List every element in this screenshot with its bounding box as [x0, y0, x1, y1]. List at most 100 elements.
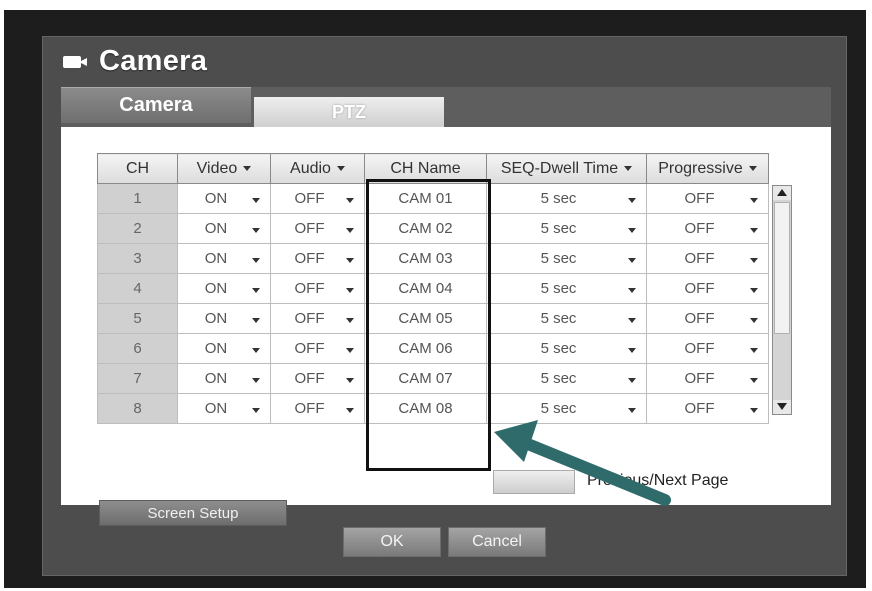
- progressive-dropdown[interactable]: OFF: [646, 333, 769, 364]
- progressive-dropdown[interactable]: OFF: [646, 393, 769, 424]
- ch-name-field[interactable]: CAM 07: [364, 363, 487, 394]
- chevron-down-icon: [252, 318, 260, 323]
- header-audio[interactable]: Audio: [270, 153, 365, 184]
- chevron-down-icon: [346, 348, 354, 353]
- chevron-down-icon: [252, 198, 260, 203]
- previous-next-page-label: Previous/Next Page: [587, 472, 729, 489]
- audio-dropdown[interactable]: OFF: [270, 333, 365, 364]
- video-dropdown[interactable]: ON: [177, 213, 271, 244]
- progressive-dropdown[interactable]: OFF: [646, 273, 769, 304]
- seq-dwell-time-dropdown[interactable]: 5 sec: [486, 393, 647, 424]
- chevron-down-icon: [346, 228, 354, 233]
- ch-name-field[interactable]: CAM 08: [364, 393, 487, 424]
- table-row: 4 ON OFF CAM 04 5 sec OFF: [97, 273, 769, 304]
- video-dropdown[interactable]: ON: [177, 273, 271, 304]
- scroll-down-arrow-icon[interactable]: [773, 400, 791, 414]
- seq-dwell-time-dropdown[interactable]: 5 sec: [486, 363, 647, 394]
- progressive-dropdown[interactable]: OFF: [646, 213, 769, 244]
- ch-name-field[interactable]: CAM 02: [364, 213, 487, 244]
- table-row: 5 ON OFF CAM 05 5 sec OFF: [97, 303, 769, 334]
- chevron-down-icon: [252, 288, 260, 293]
- chevron-down-icon: [750, 318, 758, 323]
- table-header-row: CH Video Audio CH Name SEQ-Dwell Time Pr…: [97, 153, 769, 184]
- chevron-down-icon: [628, 408, 636, 413]
- ch-number-cell: 6: [97, 333, 178, 364]
- audio-dropdown[interactable]: OFF: [270, 303, 365, 334]
- seq-dwell-time-dropdown[interactable]: 5 sec: [486, 303, 647, 334]
- video-dropdown[interactable]: ON: [177, 333, 271, 364]
- seq-dwell-time-dropdown[interactable]: 5 sec: [486, 273, 647, 304]
- chevron-down-icon: [750, 408, 758, 413]
- table-scrollbar[interactable]: [772, 185, 792, 415]
- header-ch: CH: [97, 153, 178, 184]
- cancel-button[interactable]: Cancel: [448, 527, 546, 557]
- chevron-down-icon: [346, 408, 354, 413]
- window-title-bar: Camera: [63, 45, 207, 78]
- ch-number-cell: 4: [97, 273, 178, 304]
- audio-dropdown[interactable]: OFF: [270, 393, 365, 424]
- video-dropdown[interactable]: ON: [177, 243, 271, 274]
- table-row: 7 ON OFF CAM 07 5 sec OFF: [97, 363, 769, 394]
- ch-number-cell: 2: [97, 213, 178, 244]
- ch-name-field[interactable]: CAM 04: [364, 273, 487, 304]
- video-dropdown[interactable]: ON: [177, 393, 271, 424]
- chevron-down-icon: [628, 378, 636, 383]
- chevron-down-icon: [336, 165, 345, 171]
- previous-next-page-button[interactable]: [493, 470, 575, 494]
- header-seq-dwell-time[interactable]: SEQ-Dwell Time: [486, 153, 647, 184]
- ch-number-cell: 7: [97, 363, 178, 394]
- ch-name-field[interactable]: CAM 06: [364, 333, 487, 364]
- video-dropdown[interactable]: ON: [177, 363, 271, 394]
- seq-dwell-time-dropdown[interactable]: 5 sec: [486, 213, 647, 244]
- ch-number-cell: 1: [97, 183, 178, 214]
- chevron-down-icon: [628, 318, 636, 323]
- header-progressive[interactable]: Progressive: [646, 153, 769, 184]
- audio-dropdown[interactable]: OFF: [270, 363, 365, 394]
- ch-number-cell: 8: [97, 393, 178, 424]
- seq-dwell-time-dropdown[interactable]: 5 sec: [486, 183, 647, 214]
- header-ch-name: CH Name: [364, 153, 487, 184]
- video-dropdown[interactable]: ON: [177, 303, 271, 334]
- table-row: 1 ON OFF CAM 01 5 sec OFF: [97, 183, 769, 214]
- audio-dropdown[interactable]: OFF: [270, 273, 365, 304]
- camera-icon: [63, 54, 89, 70]
- scroll-thumb[interactable]: [774, 202, 790, 334]
- chevron-down-icon: [252, 378, 260, 383]
- progressive-dropdown[interactable]: OFF: [646, 363, 769, 394]
- progressive-dropdown[interactable]: OFF: [646, 303, 769, 334]
- audio-dropdown[interactable]: OFF: [270, 243, 365, 274]
- camera-table: CH Video Audio CH Name SEQ-Dwell Time Pr…: [97, 153, 769, 424]
- ch-name-field[interactable]: CAM 01: [364, 183, 487, 214]
- seq-dwell-time-dropdown[interactable]: 5 sec: [486, 333, 647, 364]
- ch-number-cell: 3: [97, 243, 178, 274]
- chevron-down-icon: [346, 258, 354, 263]
- chevron-down-icon: [750, 198, 758, 203]
- ch-name-field[interactable]: CAM 05: [364, 303, 487, 334]
- chevron-down-icon: [628, 288, 636, 293]
- tab-bar: Camera PTZ: [61, 87, 831, 127]
- chevron-down-icon: [750, 228, 758, 233]
- header-video[interactable]: Video: [177, 153, 271, 184]
- chevron-down-icon: [750, 288, 758, 293]
- progressive-dropdown[interactable]: OFF: [646, 243, 769, 274]
- video-dropdown[interactable]: ON: [177, 183, 271, 214]
- tab-ptz[interactable]: PTZ: [254, 97, 444, 127]
- scroll-up-arrow-icon[interactable]: [773, 186, 791, 200]
- audio-dropdown[interactable]: OFF: [270, 213, 365, 244]
- chevron-down-icon: [750, 348, 758, 353]
- audio-dropdown[interactable]: OFF: [270, 183, 365, 214]
- chevron-down-icon: [252, 258, 260, 263]
- camera-settings-window: Camera Camera PTZ CH Video Audio CH Name…: [42, 36, 847, 576]
- chevron-down-icon: [252, 348, 260, 353]
- chevron-down-icon: [628, 258, 636, 263]
- screen-setup-button[interactable]: Screen Setup: [99, 500, 287, 526]
- chevron-down-icon: [628, 228, 636, 233]
- seq-dwell-time-dropdown[interactable]: 5 sec: [486, 243, 647, 274]
- ch-name-field[interactable]: CAM 03: [364, 243, 487, 274]
- chevron-down-icon: [748, 165, 757, 171]
- chevron-down-icon: [252, 408, 260, 413]
- ok-button[interactable]: OK: [343, 527, 441, 557]
- chevron-down-icon: [750, 258, 758, 263]
- progressive-dropdown[interactable]: OFF: [646, 183, 769, 214]
- tab-camera[interactable]: Camera: [61, 87, 251, 123]
